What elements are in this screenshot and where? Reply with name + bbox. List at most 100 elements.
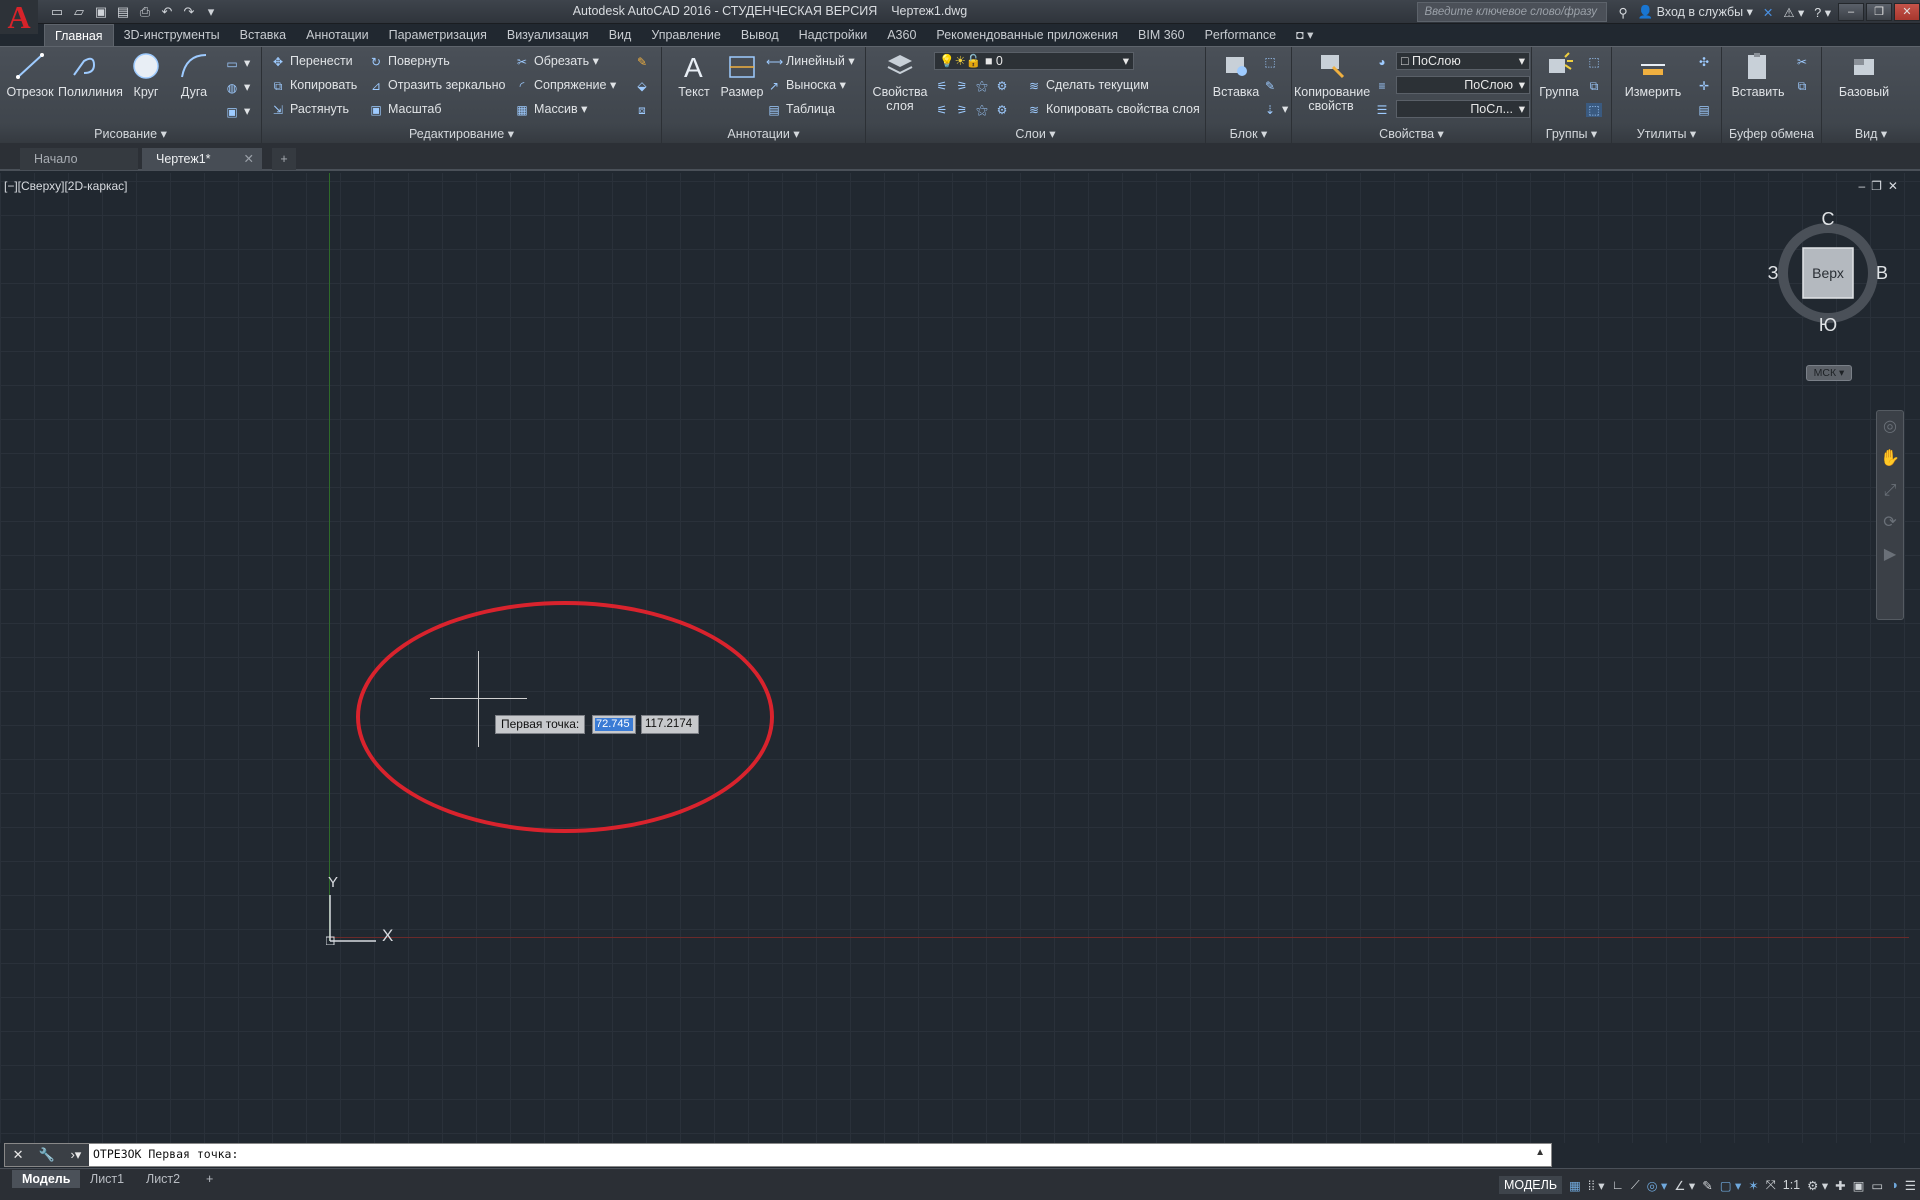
tab-parametric[interactable]: Параметризация — [379, 24, 497, 46]
layer-tools-row1[interactable]: ⚟ ⚞ ⚝ ⚙ — [934, 75, 1014, 95]
osnap-icon[interactable]: ◎ ▾ — [1647, 1178, 1668, 1193]
measure-button[interactable]: Измерить — [1616, 51, 1690, 99]
tab-model[interactable]: Модель — [12, 1170, 81, 1188]
lineweight-icon[interactable]: ☰ — [1374, 99, 1394, 119]
save-as-icon[interactable]: ▤ — [114, 3, 132, 21]
dynamic-input-x[interactable]: 72.745 — [592, 715, 636, 734]
point-style-icon[interactable]: ✛ — [1696, 75, 1716, 95]
panel-draw-title[interactable]: Рисование ▾ — [0, 125, 261, 143]
redo-icon[interactable]: ↷ — [180, 3, 198, 21]
dimension-button[interactable]: Размер — [714, 51, 770, 99]
recent-commands-icon[interactable]: ›▾ — [70, 1147, 81, 1163]
tab-drawing1[interactable]: Чертеж1* ✕ — [142, 148, 262, 170]
close-tab-icon[interactable]: ✕ — [244, 148, 254, 170]
a360-icon[interactable]: ⚠ ▾ — [1783, 5, 1804, 20]
insert-block-button[interactable]: Вставка — [1208, 51, 1264, 99]
fillet-button[interactable]: ◜ Сопряжение ▾ — [514, 75, 617, 95]
exchange-icon[interactable]: ✕ — [1763, 5, 1773, 20]
linear-dimension-button[interactable]: ⟷ Линейный ▾ — [766, 51, 855, 71]
tab-start[interactable]: Начало — [20, 148, 138, 170]
cut-icon[interactable]: ✂ — [1794, 51, 1814, 71]
rotate-button[interactable]: ↻ Повернуть — [368, 51, 450, 71]
ucs-menu-button[interactable]: МСК ▾ — [1806, 365, 1852, 381]
tab-annotate[interactable]: Аннотации — [296, 24, 378, 46]
hardware-accel-icon[interactable]: ▭ — [1871, 1178, 1883, 1193]
lineweight-toggle-icon[interactable]: ✎ — [1702, 1178, 1712, 1193]
line-button[interactable]: Отрезок — [2, 51, 58, 99]
copy-clip-icon[interactable]: ⧉ — [1794, 75, 1814, 95]
ortho-icon[interactable]: ∟ — [1612, 1178, 1624, 1192]
copy-button[interactable]: ⧉ Копировать — [270, 75, 358, 95]
move-button[interactable]: ✥ Перенести — [270, 51, 353, 71]
match-properties-button[interactable]: Копирование свойств — [1294, 51, 1370, 113]
clean-screen-icon[interactable]: ◑ — [1890, 1178, 1898, 1192]
showmotion-icon[interactable]: ▶ — [1877, 539, 1903, 571]
tab-layout2[interactable]: Лист2 — [136, 1170, 190, 1188]
ribbon-options-icon[interactable]: ◘ ▾ — [1286, 24, 1323, 46]
arc-button[interactable]: Дуга — [166, 51, 222, 99]
help-button[interactable]: ? ▾ — [1814, 5, 1831, 20]
linetype-icon[interactable]: ≡ — [1374, 75, 1394, 95]
annotation-scale[interactable]: 1:1 — [1783, 1178, 1800, 1192]
group-edit-icon[interactable]: ⧉ — [1586, 75, 1606, 95]
quick-select-icon[interactable]: ✣ — [1696, 51, 1716, 71]
mirror-button[interactable]: ⊿ Отразить зеркально — [368, 75, 506, 95]
customize-statusbar-icon[interactable]: ☰ — [1905, 1178, 1916, 1193]
viewport-controls[interactable]: [−][Сверху][2D-каркас] — [4, 179, 128, 193]
polyline-button[interactable]: Полилиния — [58, 51, 123, 99]
tab-3d-tools[interactable]: 3D-инструменты — [114, 24, 230, 46]
layer-dropdown[interactable]: 💡☀🔓 ■ 0 ▾ — [934, 52, 1134, 70]
isolate-icon[interactable]: ▣ — [1853, 1178, 1865, 1193]
new-file-icon[interactable]: ▭ — [48, 3, 66, 21]
ungroup-icon[interactable]: ⬚ — [1586, 51, 1606, 71]
array-button[interactable]: ▦ Массив ▾ — [514, 99, 587, 119]
selection-cycling-icon[interactable]: ▢ ▾ — [1720, 1178, 1742, 1193]
customize-command-icon[interactable]: 🔧 — [39, 1147, 55, 1163]
customize-qat-icon[interactable]: ▾ — [202, 3, 220, 21]
model-space-toggle[interactable]: МОДЕЛЬ — [1498, 1176, 1563, 1194]
match-layer-button[interactable]: ≋ Копировать свойства слоя — [1026, 99, 1200, 119]
annotation-visibility-icon[interactable]: ✶ — [1748, 1178, 1758, 1193]
search-input[interactable]: Введите ключевое слово/фразу — [1417, 2, 1608, 22]
paste-button[interactable]: Вставить — [1728, 51, 1788, 99]
tab-a360[interactable]: A360 — [877, 24, 926, 46]
layer-tools-row2[interactable]: ⚟ ⚞ ⚝ ⚙ — [934, 99, 1014, 119]
command-history-icon[interactable]: ▲ — [1535, 1147, 1545, 1158]
boundary-tool-icon[interactable]: ▣ ▾ — [224, 101, 250, 121]
color-dropdown[interactable]: □ ПоСлою ▾ — [1396, 52, 1530, 70]
hatch-tool-icon[interactable]: ◍ ▾ — [224, 77, 251, 97]
layer-properties-button[interactable]: Свойства слоя — [870, 51, 930, 113]
add-icon[interactable]: ✚ — [1835, 1178, 1845, 1193]
zoom-extents-icon[interactable]: ⤢ — [1877, 475, 1903, 507]
tab-visualize[interactable]: Визуализация — [497, 24, 599, 46]
panel-annotation-title[interactable]: Аннотации ▾ — [662, 125, 865, 143]
polar-icon[interactable]: ⟋ — [1631, 1178, 1640, 1193]
calculator-icon[interactable]: ▤ — [1696, 99, 1716, 119]
tab-home[interactable]: Главная — [44, 24, 114, 46]
application-menu-button[interactable]: A — [0, 0, 38, 34]
tab-view[interactable]: Вид — [599, 24, 642, 46]
minimize-button[interactable]: – — [1838, 3, 1864, 21]
tab-addins[interactable]: Надстройки — [789, 24, 878, 46]
rectangle-tool-icon[interactable]: ▭ ▾ — [224, 53, 250, 73]
tab-output[interactable]: Вывод — [731, 24, 789, 46]
maximize-button[interactable]: ❐ — [1866, 3, 1892, 21]
make-current-button[interactable]: ≋ Сделать текущим — [1026, 75, 1149, 95]
explode-icon[interactable]: ⬙ — [634, 75, 654, 95]
grid-icon[interactable]: ▦ — [1569, 1178, 1581, 1193]
scale-button[interactable]: ▣ Масштаб — [368, 99, 441, 119]
orbit-icon[interactable]: ⟳ — [1877, 507, 1903, 539]
open-file-icon[interactable]: ▱ — [70, 3, 88, 21]
tab-layout1[interactable]: Лист1 — [80, 1170, 134, 1188]
trim-button[interactable]: ✂ Обрезать ▾ — [514, 51, 599, 71]
panel-block-title[interactable]: Блок ▾ — [1206, 125, 1291, 143]
panel-groups-title[interactable]: Группы ▾ — [1532, 125, 1611, 143]
offset-icon[interactable]: ⧈ — [634, 99, 654, 119]
save-icon[interactable]: ▣ — [92, 3, 110, 21]
linetype-dropdown[interactable]: ПоСлою ▾ — [1396, 76, 1530, 94]
lineweight-dropdown[interactable]: ПоСл... ▾ — [1396, 100, 1530, 118]
add-layout-button[interactable]: + — [196, 1170, 223, 1188]
dynamic-input-y[interactable]: 117.2174 — [641, 715, 699, 734]
tab-manage[interactable]: Управление — [641, 24, 731, 46]
signin-button[interactable]: 👤 Вход в службы ▾ — [1638, 4, 1753, 20]
